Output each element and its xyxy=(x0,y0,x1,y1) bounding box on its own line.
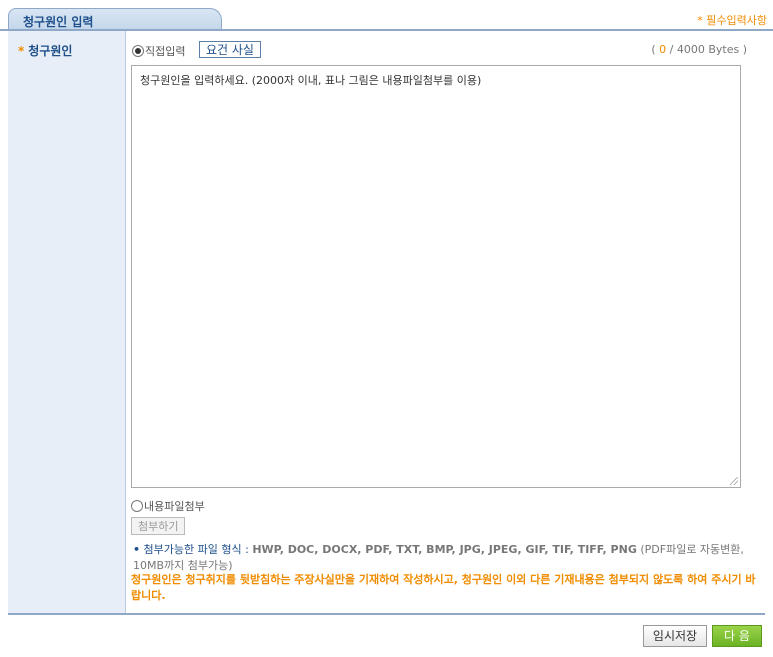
claim-cause-warning: 청구원인은 청구취지를 뒷받침하는 주장사실만을 기재하여 작성하시고, 청구원… xyxy=(131,573,756,602)
textarea-placeholder: 청구원인을 입력하세요. (2000자 이내, 표나 그림은 내용파일첨부를 이… xyxy=(140,74,482,87)
next-button[interactable]: 다 음 xyxy=(712,625,762,647)
direct-input-option[interactable]: 직접입력 xyxy=(132,43,185,59)
bullet-icon: • xyxy=(133,543,141,556)
required-star-icon: * xyxy=(18,44,25,58)
field-label: * 청구원인 xyxy=(18,42,72,59)
field-label-cell: * 청구원인 xyxy=(8,31,126,613)
claim-cause-form-row: * 청구원인 직접입력 요건 사실 ( 0 / 4000 Bytes ) 청구원인… xyxy=(8,31,765,615)
save-draft-button[interactable]: 임시저장 xyxy=(643,625,707,647)
field-label-text: 청구원인 xyxy=(28,44,73,58)
essential-facts-button[interactable]: 요건 사실 xyxy=(199,41,261,58)
formats-list: HWP, DOC, DOCX, PDF, TXT, BMP, JPG, JPEG… xyxy=(252,543,637,556)
direct-input-radio[interactable] xyxy=(132,45,144,57)
file-attach-label: 내용파일첨부 xyxy=(144,500,205,513)
tab-bar: 청구원인 입력 * 필수입력사항 xyxy=(0,0,773,31)
byte-counter-max: 4000 Bytes ) xyxy=(676,43,747,56)
byte-counter-sep: / xyxy=(666,43,677,56)
claim-cause-textarea[interactable]: 청구원인을 입력하세요. (2000자 이내, 표나 그림은 내용파일첨부를 이… xyxy=(131,65,741,488)
field-content-cell: 직접입력 요건 사실 ( 0 / 4000 Bytes ) 청구원인을 입력하세… xyxy=(126,31,765,613)
required-fields-note: * 필수입력사항 xyxy=(697,14,767,27)
file-attach-option[interactable]: 내용파일첨부 xyxy=(131,498,205,514)
attach-file-button[interactable]: 첨부하기 xyxy=(131,517,186,535)
tab-title: 청구원인 입력 xyxy=(23,15,94,29)
byte-counter: ( 0 / 4000 Bytes ) xyxy=(651,43,747,56)
resize-grip-icon[interactable] xyxy=(730,477,738,485)
file-attach-radio[interactable] xyxy=(131,500,143,512)
direct-input-label: 직접입력 xyxy=(145,45,186,58)
tab-claim-cause-input[interactable]: 청구원인 입력 xyxy=(8,8,222,31)
formats-label: 첨부가능한 파일 형식 : xyxy=(143,543,253,556)
allowed-formats-note: • 첨부가능한 파일 형식 : HWP, DOC, DOCX, PDF, TXT… xyxy=(133,542,763,574)
byte-counter-open: ( xyxy=(651,43,660,56)
